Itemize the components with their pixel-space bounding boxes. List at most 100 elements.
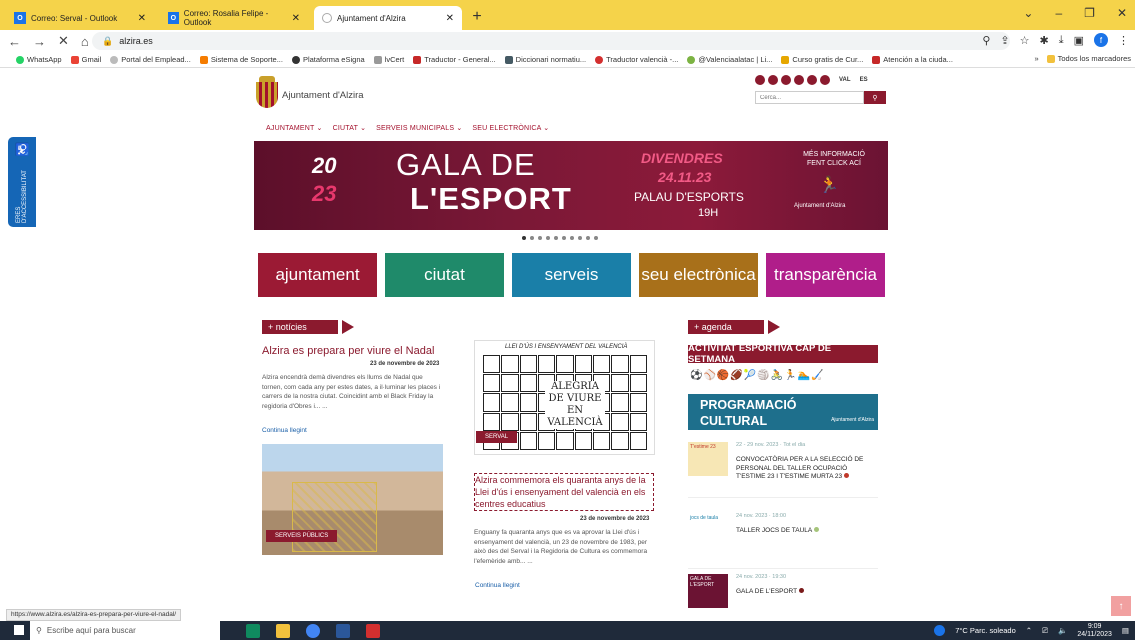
nav-seu-electronica[interactable]: SEU ELECTRÒNICA ⌄ bbox=[472, 124, 549, 132]
new-tab-button[interactable]: + bbox=[466, 6, 488, 28]
telegram-icon[interactable] bbox=[820, 75, 830, 85]
carousel-dot[interactable] bbox=[538, 236, 542, 240]
url-bar[interactable]: 🔒 alzira.es bbox=[92, 32, 1010, 50]
app-icon[interactable] bbox=[807, 75, 817, 85]
news1-title[interactable]: Alzira es prepara per viure el Nadal bbox=[262, 345, 434, 357]
scroll-to-top-button[interactable]: ↑ bbox=[1111, 596, 1131, 616]
chrome-icon[interactable] bbox=[306, 623, 320, 638]
file-explorer-icon[interactable] bbox=[276, 623, 290, 638]
menu-icon[interactable]: ⋮ bbox=[1118, 34, 1129, 47]
news2-read-more[interactable]: Continua llegint bbox=[475, 582, 520, 589]
bookmark-curso[interactable]: Curso gratis de Cur... bbox=[781, 55, 863, 64]
carousel-dot[interactable] bbox=[586, 236, 590, 240]
clock[interactable]: 9:09 24/11/2023 bbox=[1077, 623, 1112, 639]
carousel-dot[interactable] bbox=[570, 236, 574, 240]
close-tab-icon[interactable]: ✕ bbox=[446, 13, 454, 24]
back-icon[interactable]: ← bbox=[8, 34, 21, 49]
bookmark-diccionari[interactable]: Diccionari normatiu... bbox=[504, 55, 586, 64]
bookmark-soporte[interactable]: Sistema de Soporte... bbox=[199, 55, 283, 64]
taskbar-search[interactable]: ⚲ Escribe aquí para buscar bbox=[30, 621, 220, 640]
bookmark-star-icon[interactable]: ☆ bbox=[1020, 34, 1030, 47]
url-text: alzira.es bbox=[119, 36, 153, 46]
accessibility-tab[interactable]: ERES D'ACCESSIBILITAT ♿ bbox=[8, 137, 36, 227]
extensions-icon[interactable]: ✱ bbox=[1040, 34, 1049, 47]
download-icon[interactable]: ⤓ bbox=[1059, 34, 1064, 47]
notifications-icon[interactable]: ▤ bbox=[1122, 626, 1129, 635]
weather-widget[interactable]: 7°C Parc. soleado bbox=[955, 626, 1016, 635]
carousel-dot[interactable] bbox=[554, 236, 558, 240]
bookmark-traductor-valencia[interactable]: Traductor valencià -... bbox=[595, 55, 678, 64]
youtube-icon[interactable] bbox=[794, 75, 804, 85]
tab-search-icon[interactable]: ⌄ bbox=[1023, 6, 1033, 20]
facebook-icon[interactable] bbox=[755, 75, 765, 85]
tab-ajuntament[interactable]: Ajuntament d'Alzira ✕ bbox=[314, 6, 462, 30]
agenda-culture-banner[interactable]: PROGRAMACIÓ CULTURAL Ajuntament d'Alzira bbox=[688, 394, 878, 430]
news-header[interactable]: + notícies bbox=[262, 320, 354, 334]
carousel-dot[interactable] bbox=[546, 236, 550, 240]
twitter-icon[interactable] bbox=[781, 75, 791, 85]
nav-ajuntament[interactable]: AJUNTAMENT ⌄ bbox=[266, 124, 323, 132]
news1-read-more[interactable]: Continua llegint bbox=[262, 427, 307, 434]
word-icon[interactable] bbox=[336, 623, 350, 638]
site-logo[interactable]: Ajuntament d'Alzira bbox=[256, 76, 364, 108]
windows-start-icon[interactable] bbox=[14, 625, 24, 635]
web-page: Ajuntament d'Alzira VAL ES ⚲ AJUNTAMENT … bbox=[0, 68, 1135, 608]
bookmark-portal[interactable]: Portal del Emplead... bbox=[110, 55, 191, 64]
tray-chevron-icon[interactable]: ⌃ bbox=[1026, 626, 1032, 635]
stop-icon[interactable]: ✕ bbox=[58, 33, 69, 49]
news2-category-badge[interactable]: SERVAL bbox=[476, 431, 518, 443]
carousel-dot[interactable] bbox=[530, 236, 534, 240]
nav-ciutat[interactable]: CIUTAT ⌄ bbox=[333, 124, 367, 132]
help-icon[interactable] bbox=[934, 625, 946, 636]
carousel-dot[interactable] bbox=[594, 236, 598, 240]
tile-serveis[interactable]: serveis bbox=[512, 253, 631, 297]
carousel-dot[interactable] bbox=[522, 236, 526, 240]
tile-ciutat[interactable]: ciutat bbox=[385, 253, 504, 297]
instagram-icon[interactable] bbox=[768, 75, 778, 85]
bookmark-gmail[interactable]: Gmail bbox=[70, 55, 101, 64]
close-tab-icon[interactable]: ✕ bbox=[292, 13, 300, 24]
lang-es-link[interactable]: ES bbox=[860, 77, 868, 83]
bookmark-valenciaalatac[interactable]: @Valenciaalatac | Li... bbox=[687, 55, 772, 64]
agenda-event[interactable]: jocs de taula 24 nov. 2023 · 18:00 TALLE… bbox=[688, 513, 878, 569]
nav-serveis-municipals[interactable]: SERVEIS MUNICIPALS ⌄ bbox=[376, 124, 462, 132]
restore-button[interactable]: ❐ bbox=[1084, 6, 1095, 20]
tab-outlook-serval[interactable]: O Correo: Serval - Outlook ✕ bbox=[6, 6, 154, 30]
carousel-dot[interactable] bbox=[562, 236, 566, 240]
home-icon[interactable]: ⌂ bbox=[81, 34, 89, 49]
news1-category-badge[interactable]: SERVEIS PÚBLICS bbox=[266, 530, 338, 542]
profile-avatar[interactable]: f bbox=[1094, 33, 1108, 47]
tab-outlook-rosalia[interactable]: O Correo: Rosalia Felipe - Outlook ✕ bbox=[160, 6, 308, 30]
sidepanel-icon[interactable]: ▣ bbox=[1074, 34, 1084, 47]
agenda-event[interactable]: GALA DE L'ESPORT 24 nov. 2023 · 19:30 GA… bbox=[688, 574, 878, 608]
bookmark-traductor[interactable]: Traductor - General... bbox=[413, 55, 496, 64]
volume-icon[interactable]: 🔈 bbox=[1058, 626, 1067, 635]
agenda-event[interactable]: T'estime 23 22 - 29 nov. 2023 · Tot el d… bbox=[688, 442, 878, 498]
search-input[interactable] bbox=[755, 91, 864, 104]
tile-seu-electronica[interactable]: seu electrònica bbox=[639, 253, 758, 297]
close-tab-icon[interactable]: ✕ bbox=[138, 13, 146, 24]
share-icon[interactable]: ⇪ bbox=[1000, 34, 1009, 47]
hero-banner[interactable]: 20 23 GALA DE L'ESPORT DIVENDRES 24.11.2… bbox=[254, 141, 888, 230]
bookmark-atencion[interactable]: Atención a la ciuda... bbox=[872, 55, 953, 64]
bookmark-ivcert[interactable]: lvCert bbox=[373, 55, 404, 64]
close-window-button[interactable]: ✕ bbox=[1117, 6, 1127, 20]
more-bookmarks-icon[interactable]: » bbox=[1034, 54, 1038, 63]
carousel-dot[interactable] bbox=[578, 236, 582, 240]
minimize-button[interactable]: – bbox=[1055, 6, 1062, 20]
all-bookmarks-folder[interactable]: Todos los marcadores bbox=[1046, 54, 1131, 63]
agenda-sports-banner[interactable]: ACTIVITAT ESPORTIVA CAP DE SETMANA bbox=[688, 343, 878, 365]
forward-icon[interactable]: → bbox=[33, 34, 46, 49]
agenda-header[interactable]: + agenda bbox=[688, 320, 780, 334]
acrobat-icon[interactable] bbox=[366, 623, 380, 638]
bookmark-esigna[interactable]: Plataforma eSigna bbox=[291, 55, 365, 64]
tile-ajuntament[interactable]: ajuntament bbox=[258, 253, 377, 297]
news2-title[interactable]: Alzira commemora els quaranta anys de la… bbox=[474, 473, 654, 511]
network-icon[interactable]: ⎚ bbox=[1042, 626, 1048, 636]
search-button[interactable]: ⚲ bbox=[864, 91, 886, 104]
lang-val-link[interactable]: VAL bbox=[839, 77, 851, 83]
zoom-icon[interactable]: ⚲ bbox=[982, 34, 990, 47]
edge-icon[interactable] bbox=[246, 623, 260, 638]
tile-transparencia[interactable]: transparència bbox=[766, 253, 885, 297]
bookmark-whatsapp[interactable]: WhatsApp bbox=[16, 55, 62, 64]
